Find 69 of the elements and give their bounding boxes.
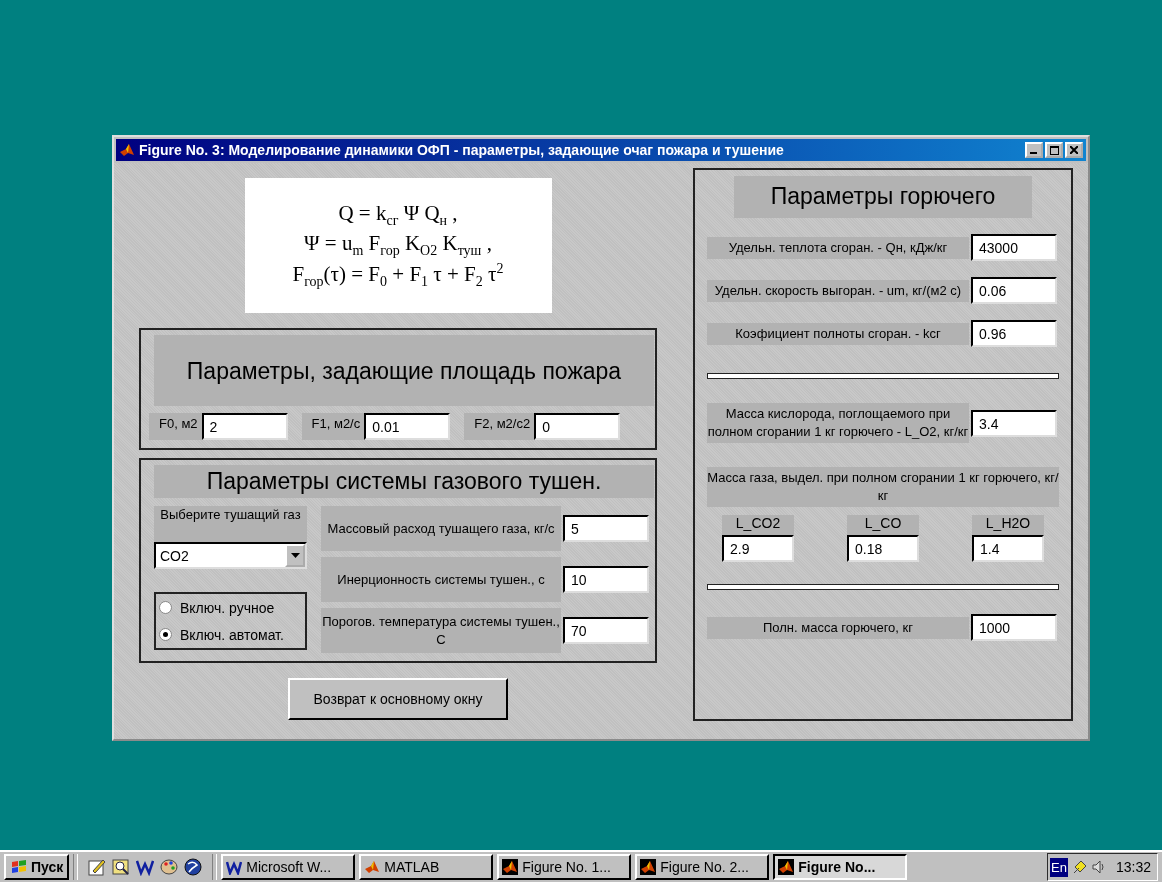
language-indicator[interactable]: En: [1050, 857, 1068, 877]
field-label: Полн. масса горючего, кг: [707, 616, 969, 639]
formula-text: Q = k$_{сг}$ Ψ Q$_{н}$ ,: [338, 200, 458, 229]
back-button[interactable]: Возврат к основному окну: [288, 678, 508, 720]
matlab-logo-icon: [119, 142, 135, 158]
matlab-logo-icon: [364, 859, 381, 875]
maximize-icon: [1049, 145, 1059, 155]
taskbar-button[interactable]: Figure No. 1...: [497, 854, 632, 880]
field-label: Выберите тушащий газ: [154, 506, 307, 542]
speaker-icon: [1091, 859, 1106, 875]
field-label: Масса газа, выдел. при полном сгорании 1 кг горючего, кг/кг: [707, 467, 1059, 507]
input-field[interactable]: 2: [201, 413, 288, 440]
matlab-logo-icon: [502, 859, 519, 875]
word-icon: [136, 858, 155, 876]
palette-icon: [160, 858, 179, 876]
field-label: Массовый расход тушащего газа, кг/с: [321, 506, 561, 551]
close-button[interactable]: [1065, 142, 1083, 158]
magnifier-icon: [112, 858, 131, 876]
field-label: Удельн. теплота сгоран. - Qн, кДж/кг: [707, 236, 969, 259]
field-label: F0, м2: [158, 415, 199, 431]
input-field[interactable]: 70: [563, 617, 649, 644]
close-icon: [1070, 146, 1078, 154]
input-field[interactable]: 5: [563, 515, 649, 542]
input-field[interactable]: 1.4: [972, 535, 1044, 562]
input-field[interactable]: 0.01: [364, 413, 451, 440]
input-field[interactable]: 43000: [971, 234, 1057, 261]
field-label: Коэфициент полноты сгоран. - kсг: [707, 322, 969, 345]
plug-icon: [1071, 859, 1088, 875]
clock: 13:32: [1115, 859, 1151, 875]
taskbar-button[interactable]: Figure No...: [773, 854, 908, 880]
field-label: Инерционность системы тушен., с: [321, 557, 561, 602]
field-label: L_CO: [847, 515, 919, 535]
minimize-button[interactable]: [1025, 142, 1043, 158]
radio-option[interactable]: Включ. ручное: [159, 599, 305, 616]
formula-text: F$_{гор}$(τ) = F$_{0}$ + F$_{1}$ τ + F$_{2}$ τ$^{2}$: [292, 261, 504, 291]
matlab-logo-icon: [640, 859, 657, 875]
window-title: Figure No. 3: Моделирование динамики ОФП - параметры, задающие очаг пожара и тушение: [139, 142, 785, 158]
input-field[interactable]: 1000: [971, 614, 1057, 641]
field-label: F1, м2/с: [310, 415, 362, 431]
formula-text: Ψ = u$_{m}$ F$_{гор}$ K$_{O2}$ K$_{туш}$ ,: [304, 230, 492, 260]
input-field[interactable]: 10: [563, 566, 649, 593]
field-label: Масса кислорода, поглощаемого при полном сгорании 1 кг горючего - L_O2, кг/кг: [707, 403, 969, 443]
field-label: L_CO2: [722, 515, 794, 535]
pencil-icon: [88, 858, 107, 876]
input-field[interactable]: 0.06: [971, 277, 1057, 304]
input-field[interactable]: 0.96: [971, 320, 1057, 347]
radio-option[interactable]: Включ. автомат.: [159, 626, 305, 643]
input-field[interactable]: 0.18: [847, 535, 919, 562]
input-field[interactable]: 0: [534, 413, 621, 440]
taskbar-button[interactable]: Figure No. 2...: [635, 854, 770, 880]
field-label: Удельн. скорость выгоран. - um, кг/(м2 с): [707, 279, 969, 302]
panel-title: Параметры системы газового тушен.: [154, 465, 654, 498]
globe-icon: [184, 858, 203, 876]
input-field[interactable]: 2.9: [722, 535, 794, 562]
matlab-logo-icon: [778, 859, 795, 875]
panel-title: Параметры, задающие площадь пожара: [154, 335, 654, 406]
taskbar-button[interactable]: Microsoft W...: [221, 854, 356, 880]
maximize-button[interactable]: [1045, 142, 1063, 158]
panel-title: Параметры горючего: [734, 176, 1032, 218]
input-field[interactable]: 3.4: [971, 409, 1057, 437]
word-icon: [226, 859, 243, 875]
field-label: L_H2O: [972, 515, 1044, 535]
taskbar-button[interactable]: MATLAB: [359, 854, 494, 880]
field-label: F2, м2/с2: [473, 415, 532, 431]
windows-flag-icon: [10, 859, 28, 875]
start-button[interactable]: Пуск: [4, 854, 70, 880]
field-label: Порогов. температура системы тушен., С: [321, 608, 561, 653]
dropdown-arrow-icon: [290, 553, 300, 558]
gas-dropdown[interactable]: CO2: [154, 542, 307, 569]
